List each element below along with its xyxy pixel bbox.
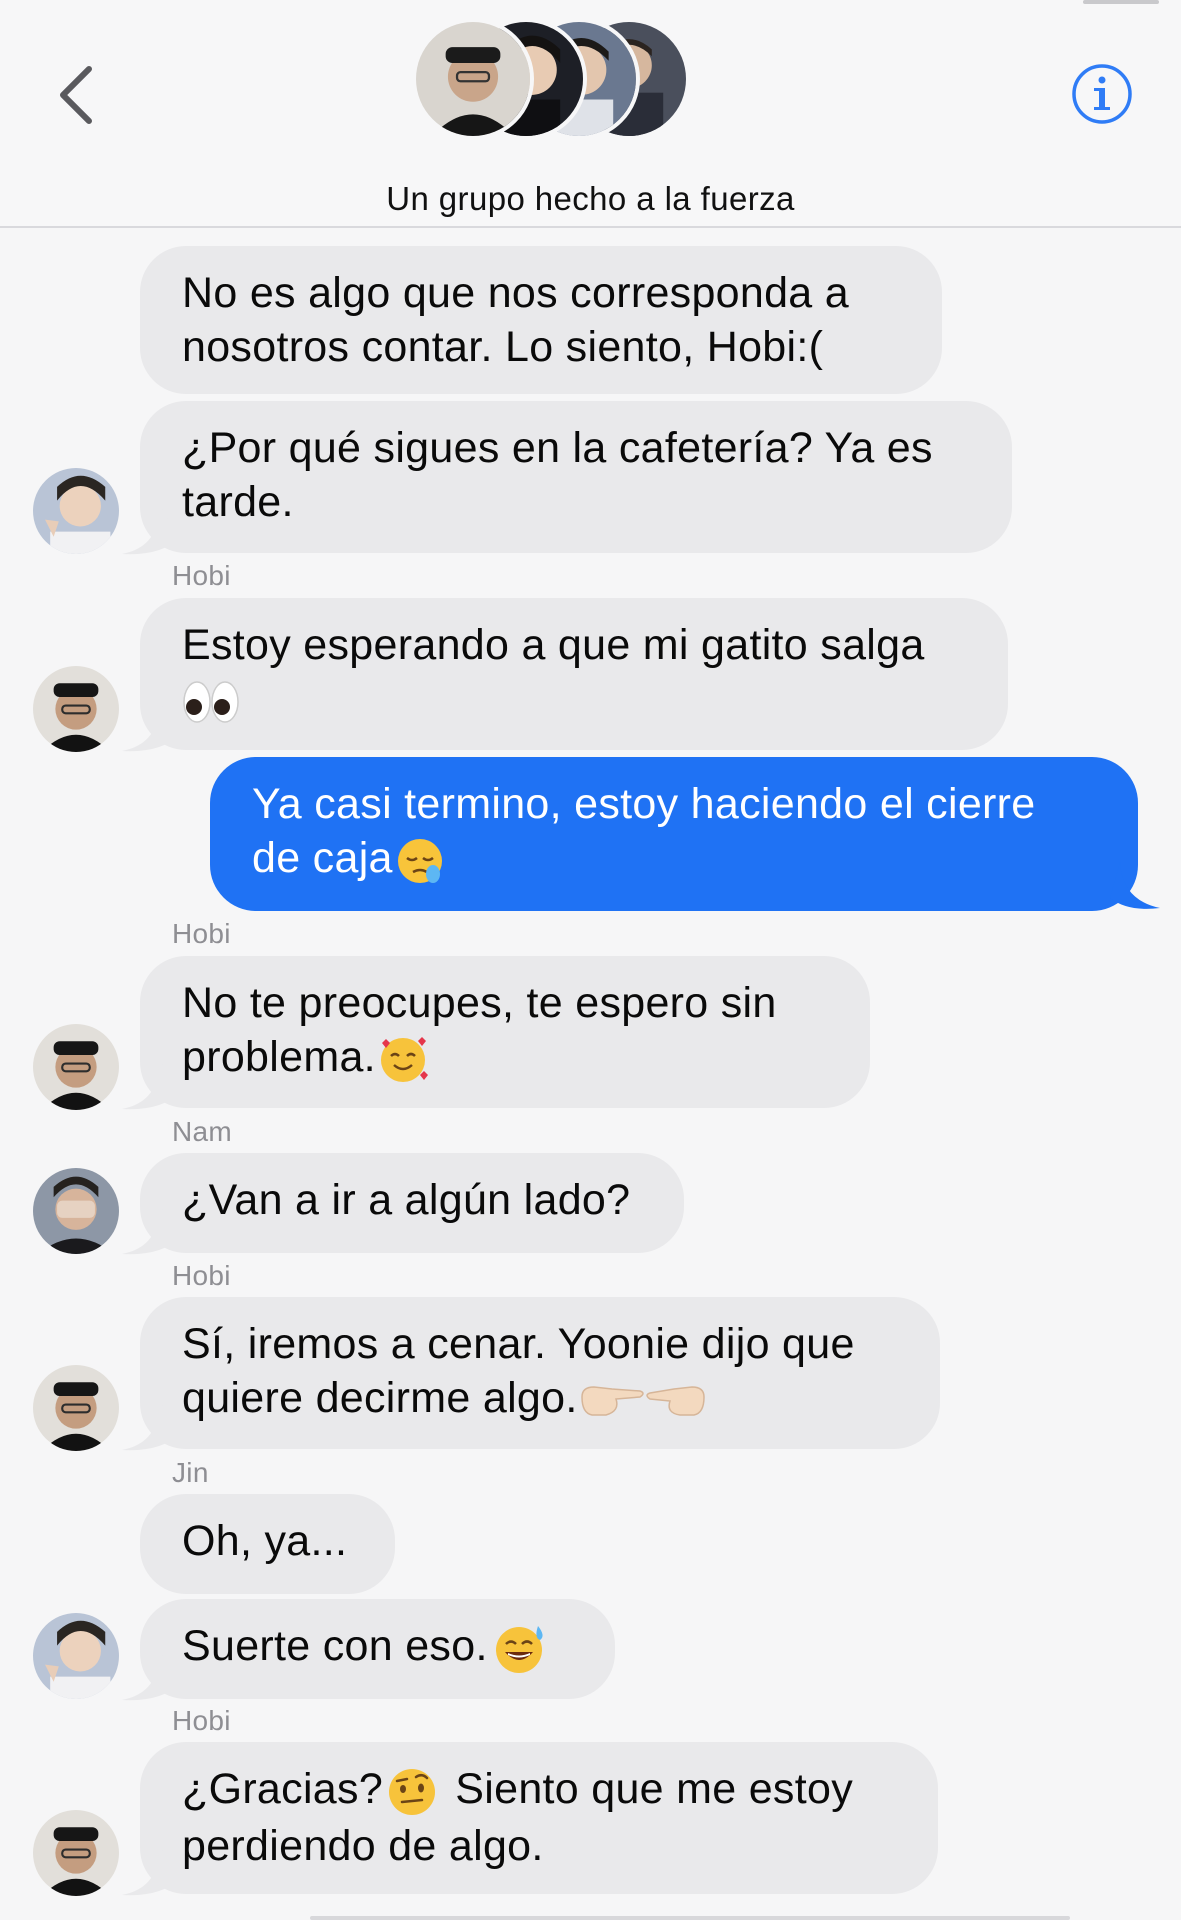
- message-text: ¿Por qué sigues en la cafetería? Ya es: [182, 424, 933, 472]
- raised-eyebrow-emoji: [389, 1768, 436, 1815]
- message-bubble[interactable]: ¿Gracias? Siento que me estoy perdiendo …: [140, 1742, 938, 1894]
- bubble-tail: [122, 502, 178, 555]
- message-text: perdiendo de algo.: [182, 1821, 544, 1870]
- sleepy-face-emoji: [397, 838, 442, 883]
- message-text: problema.: [182, 1033, 376, 1081]
- message-text: No te preocupes, te espero sin: [182, 979, 777, 1027]
- message-text: nosotros contar. Lo siento, Hobi:(: [182, 323, 824, 371]
- message-text: Estoy esperando a que mi gatito salga: [182, 621, 925, 669]
- message-text: quiere decirme algo.: [182, 1374, 578, 1422]
- message-text: Sí, iremos a cenar. Yoonie dijo que: [182, 1320, 855, 1368]
- message-text: Ya casi termino, estoy haciendo el cierr…: [252, 780, 1036, 828]
- message-bubble[interactable]: Sí, iremos a cenar. Yoonie dijo que quie…: [140, 1297, 940, 1449]
- message-text: Siento que me estoy: [443, 1765, 853, 1813]
- avatar-hobi[interactable]: [33, 666, 119, 752]
- bubble-tail: [122, 1648, 178, 1701]
- avatar-hobi[interactable]: [33, 1024, 119, 1110]
- avatar-jin[interactable]: [33, 468, 119, 554]
- group-avatar-stack[interactable]: [412, 18, 690, 140]
- bubble-tail: [122, 1057, 178, 1110]
- bubble-tail: [122, 1843, 178, 1896]
- avatar-nam[interactable]: [33, 1168, 119, 1254]
- message-bubble-outgoing[interactable]: Ya casi termino, estoy haciendo el cierr…: [210, 757, 1138, 911]
- status-bar-fragment: [1083, 0, 1159, 4]
- message-text: tarde.: [182, 478, 294, 526]
- bubble-tail-outgoing: [1110, 862, 1160, 909]
- avatar-hobi[interactable]: [33, 1810, 119, 1896]
- chevron-left-icon: [60, 66, 92, 124]
- sender-label: Hobi: [172, 560, 231, 591]
- message-bubble[interactable]: Oh, ya...: [140, 1494, 395, 1594]
- message-text: ¿Gracias?: [182, 1765, 384, 1813]
- pointing-fingers-emoji: [580, 1385, 705, 1416]
- message-bubble[interactable]: No es algo que nos corresponda a nosotro…: [140, 246, 942, 394]
- group-name[interactable]: Un grupo hecho a la fuerza: [0, 180, 1181, 218]
- sender-label: Hobi: [172, 918, 231, 949]
- grinning-sweat-emoji: [495, 1625, 543, 1673]
- bubble-tail: [122, 699, 178, 752]
- eyes-emoji: [183, 680, 239, 723]
- sender-label: Hobi: [172, 1705, 231, 1736]
- avatar-hobi[interactable]: [33, 1365, 119, 1451]
- message-bubble[interactable]: No te preocupes, te espero sin problema.: [140, 956, 870, 1108]
- avatar-hobi: [412, 18, 534, 140]
- message-bubble[interactable]: ¿Por qué sigues en la cafetería? Ya es t…: [140, 401, 1012, 553]
- message-text: No es algo que nos corresponda a: [182, 269, 849, 317]
- message-bubble[interactable]: Estoy esperando a que mi gatito salga: [140, 598, 1008, 750]
- info-button[interactable]: [1071, 63, 1133, 125]
- next-message-bubble-edge: [310, 1916, 1070, 1920]
- smiling-face-with-hearts-emoji: [380, 1036, 428, 1082]
- message-text: ¿Van a ir a algún lado?: [182, 1176, 631, 1224]
- sender-label: Jin: [172, 1457, 209, 1488]
- sender-label: Nam: [172, 1116, 233, 1147]
- message-text: de caja: [252, 834, 393, 882]
- sender-label: Hobi: [172, 1260, 231, 1291]
- message-bubble[interactable]: Suerte con eso.: [140, 1599, 615, 1699]
- message-bubble[interactable]: ¿Van a ir a algún lado?: [140, 1153, 684, 1253]
- back-button[interactable]: [50, 60, 100, 130]
- info-icon: [1072, 64, 1132, 124]
- bubble-tail: [122, 1202, 178, 1255]
- avatar-jin[interactable]: [33, 1613, 119, 1699]
- message-text: Suerte con eso.: [182, 1622, 488, 1670]
- conversation-header: Un grupo hecho a la fuerza: [0, 0, 1181, 228]
- message-text: Oh, ya...: [182, 1517, 348, 1565]
- bubble-tail: [122, 1398, 178, 1451]
